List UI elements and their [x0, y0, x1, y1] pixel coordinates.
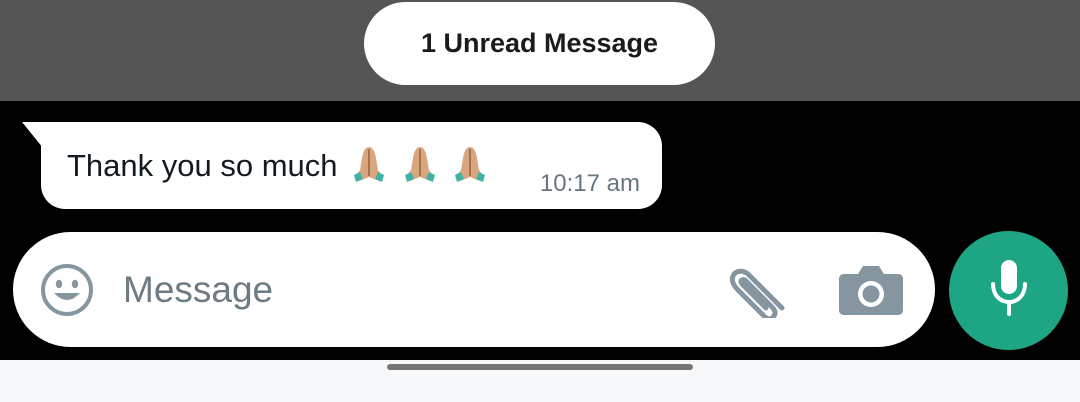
voice-message-button[interactable] [949, 231, 1068, 350]
microphone-icon [987, 258, 1031, 323]
message-text: Thank you so much [67, 148, 338, 183]
gesture-navigation-bar [0, 360, 1080, 402]
folded-hands-icon [451, 144, 489, 192]
message-input[interactable] [123, 232, 703, 347]
chat-screen: 1 Unread Message Thank you so much 10:17… [0, 0, 1080, 402]
incoming-message-bubble[interactable]: Thank you so much 10:17 am [41, 122, 662, 209]
home-indicator-handle[interactable] [387, 364, 693, 370]
unread-messages-badge: 1 Unread Message [364, 2, 715, 85]
paperclip-icon[interactable] [722, 262, 794, 323]
message-text-line: Thank you so much [67, 144, 489, 192]
message-composer [13, 232, 935, 347]
message-bubble-tail [22, 122, 43, 148]
message-timestamp: 10:17 am [539, 170, 640, 197]
smiley-icon[interactable] [40, 263, 94, 317]
camera-icon[interactable] [836, 263, 906, 322]
folded-hands-icon [401, 144, 439, 192]
unread-messages-label: 1 Unread Message [420, 28, 659, 58]
folded-hands-icon [350, 144, 388, 192]
